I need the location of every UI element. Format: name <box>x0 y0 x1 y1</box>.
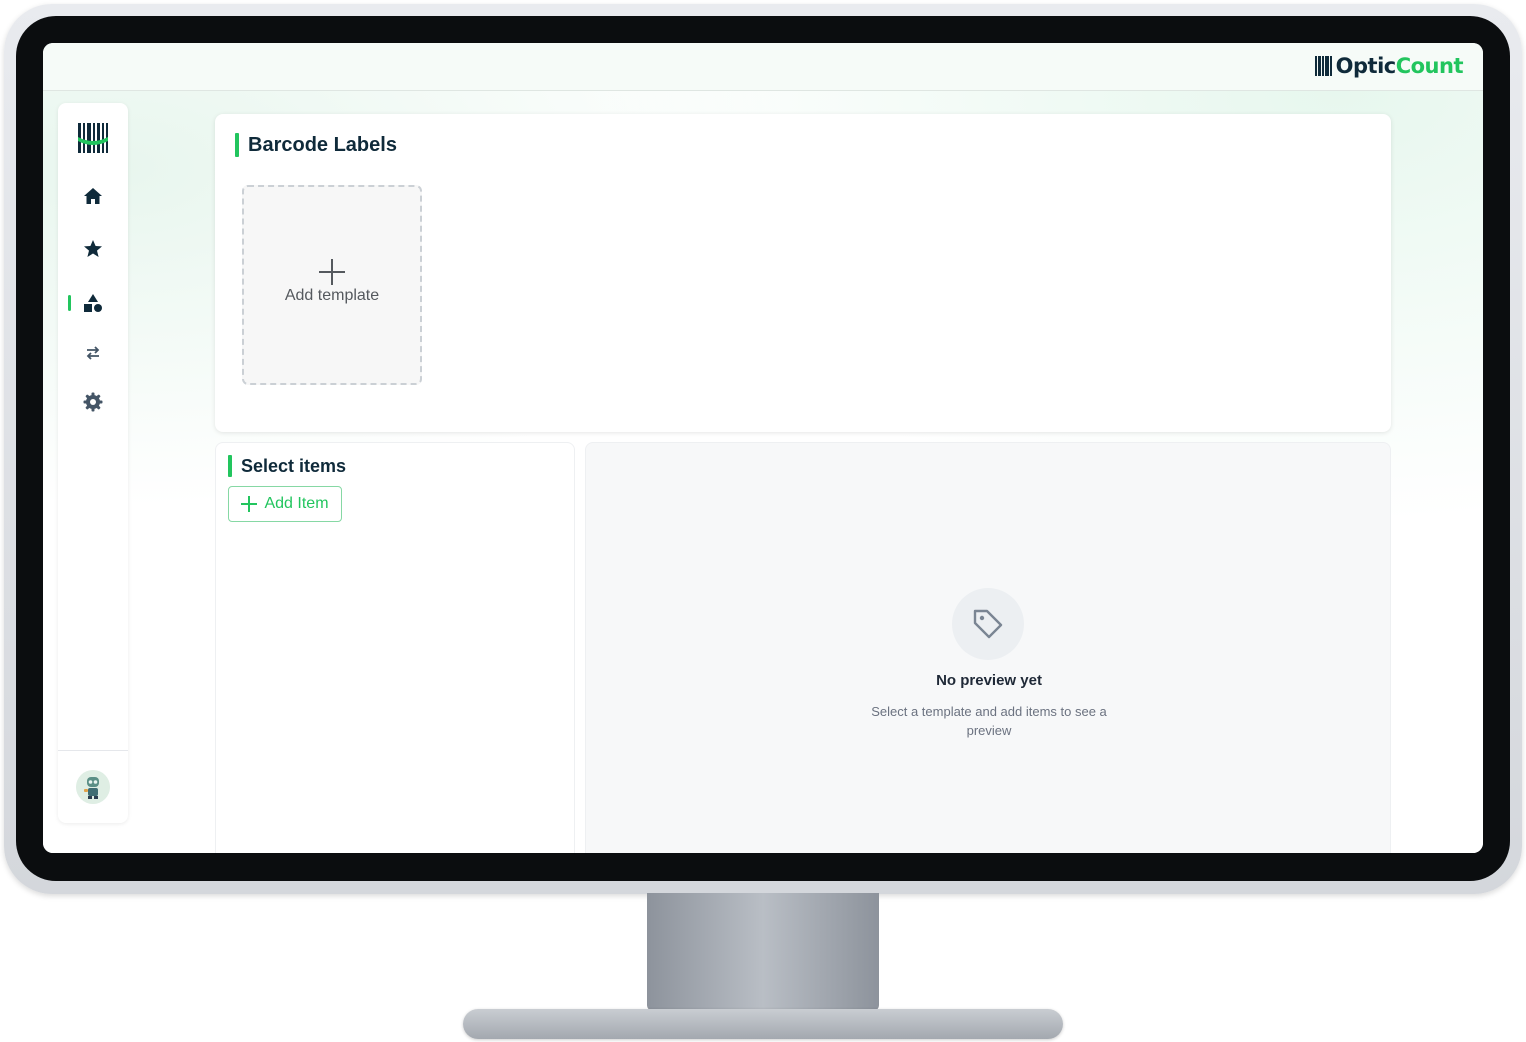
home-icon <box>84 188 102 204</box>
sidebar-item-home[interactable] <box>58 181 128 211</box>
empty-preview-title: No preview yet <box>936 672 1042 689</box>
barcode-labels-title: Barcode Labels <box>235 133 397 157</box>
select-items-title: Select items <box>228 455 346 477</box>
select-items-panel: Select items Add Item <box>215 442 575 853</box>
star-icon <box>84 240 102 257</box>
add-item-button[interactable]: Add Item <box>228 486 342 522</box>
sidebar-item-transfers[interactable] <box>58 338 128 368</box>
brand-name: OpticCount <box>1335 54 1464 78</box>
barcode-logo-icon <box>1314 56 1333 76</box>
sidebar-item-labels[interactable] <box>58 288 128 318</box>
robot-avatar-icon <box>76 770 110 804</box>
empty-preview-description: Select a template and add items to see a… <box>871 704 1107 738</box>
monitor-stand-base <box>463 1009 1063 1039</box>
brand-name-part1: Optic <box>1335 54 1397 78</box>
screen: OpticCount Barcode Labels Add template S… <box>43 43 1483 853</box>
barcode-labels-card: Barcode Labels Add template <box>215 114 1391 432</box>
plus-icon <box>241 496 258 512</box>
barcode-logo-icon[interactable] <box>78 123 108 153</box>
add-template-button[interactable]: Add template <box>242 185 422 385</box>
plus-icon <box>319 259 345 285</box>
preview-panel: No preview yet Select a template and add… <box>585 442 1391 853</box>
sidebar-item-settings[interactable] <box>58 387 128 417</box>
shapes-icon <box>84 294 102 312</box>
monitor-stand-neck <box>647 893 879 1011</box>
user-avatar[interactable] <box>76 770 110 804</box>
sidebar-item-favorites[interactable] <box>58 234 128 264</box>
brand-name-part2: Count <box>1395 54 1464 78</box>
gear-icon <box>83 392 103 412</box>
sidebar <box>58 103 128 823</box>
tag-icon <box>952 588 1024 660</box>
add-template-label: Add template <box>284 287 380 304</box>
top-bar: OpticCount <box>43 43 1483 91</box>
brand-logo[interactable]: OpticCount <box>1314 53 1464 79</box>
add-item-label: Add Item <box>264 495 329 512</box>
transfer-icon <box>86 346 100 360</box>
sidebar-divider <box>58 750 128 751</box>
